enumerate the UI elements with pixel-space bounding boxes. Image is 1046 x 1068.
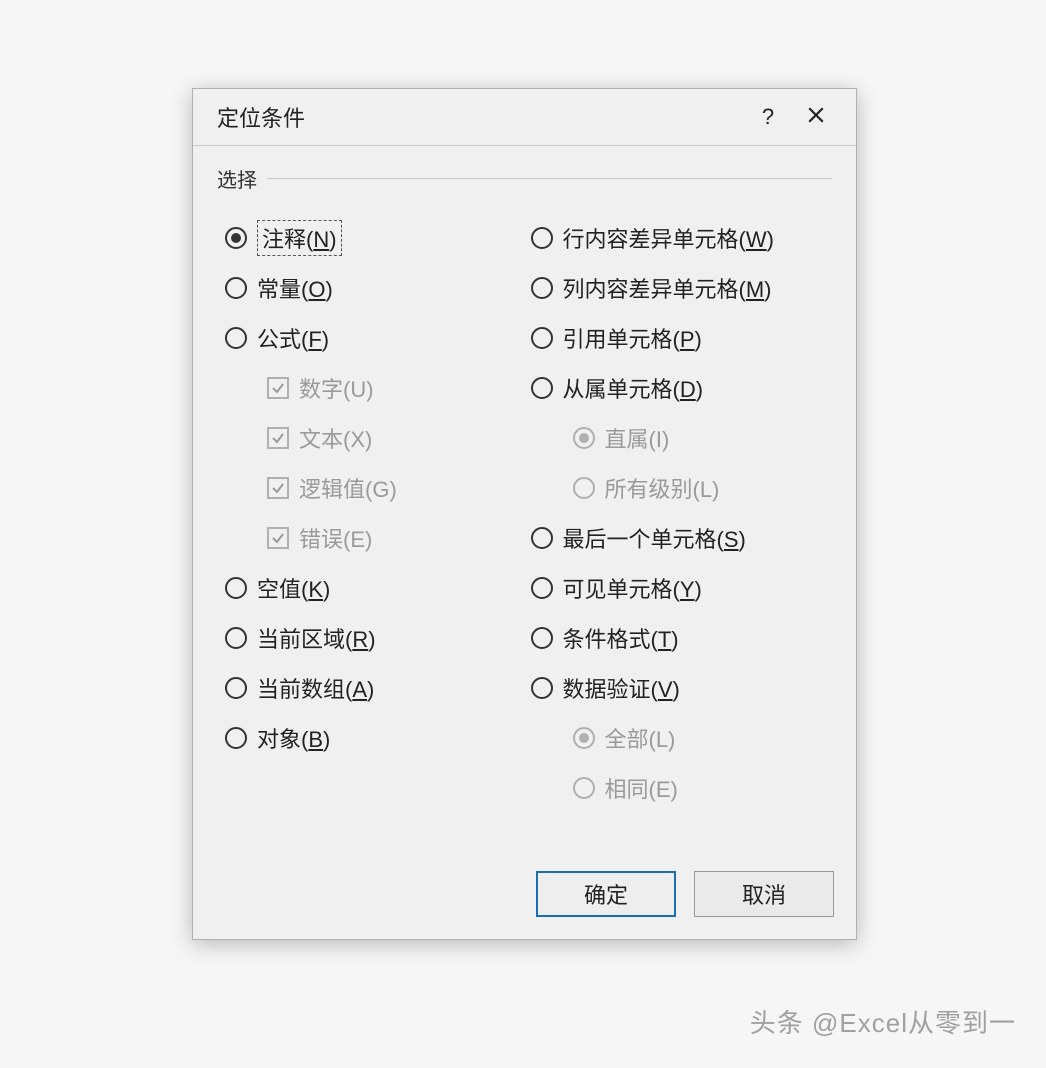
radio-label: 条件格式(T)	[563, 622, 679, 654]
radio-label: 直属(I)	[605, 422, 670, 454]
radio-icon	[531, 627, 553, 649]
checkbox-label: 数字(U)	[299, 372, 374, 404]
radio-formulas[interactable]: 公式(F)	[225, 313, 531, 363]
radio-label: 当前区域(R)	[257, 622, 376, 654]
radio-icon	[531, 577, 553, 599]
radio-icon	[225, 577, 247, 599]
radio-icon	[225, 677, 247, 699]
radio-precedents[interactable]: 引用单元格(P)	[531, 313, 837, 363]
radio-current-region[interactable]: 当前区域(R)	[225, 613, 531, 663]
radio-icon	[531, 377, 553, 399]
section-label-text: 选择	[217, 164, 257, 193]
goto-special-dialog: 定位条件 ? 选择 注释(N) 常量(O) 公式(F)	[192, 88, 857, 940]
ok-button[interactable]: 确定	[536, 871, 676, 917]
radio-icon	[573, 477, 595, 499]
radio-icon	[225, 727, 247, 749]
checkbox-numbers: 数字(U)	[225, 363, 531, 413]
radio-label: 列内容差异单元格(M)	[563, 272, 772, 304]
radio-icon	[531, 327, 553, 349]
radio-visible[interactable]: 可见单元格(Y)	[531, 563, 837, 613]
radio-data-validation[interactable]: 数据验证(V)	[531, 663, 837, 713]
radio-label: 所有级别(L)	[605, 472, 720, 504]
radio-label: 空值(K)	[257, 572, 330, 604]
radio-icon	[531, 527, 553, 549]
checkbox-label: 错误(E)	[299, 522, 372, 554]
checkbox-icon	[267, 377, 289, 399]
radio-icon	[225, 227, 247, 249]
watermark-text: 头条 @Excel从零到一	[750, 1003, 1016, 1040]
radio-current-array[interactable]: 当前数组(A)	[225, 663, 531, 713]
radio-icon	[573, 727, 595, 749]
dialog-footer: 确定 取消	[536, 871, 834, 917]
radio-label: 可见单元格(Y)	[563, 572, 702, 604]
radio-icon	[531, 227, 553, 249]
checkbox-icon	[267, 427, 289, 449]
checkbox-icon	[267, 527, 289, 549]
help-button[interactable]: ?	[744, 104, 792, 130]
radio-label: 数据验证(V)	[563, 672, 680, 704]
radio-icon	[573, 427, 595, 449]
radio-label: 常量(O)	[257, 272, 333, 304]
radio-label: 最后一个单元格(S)	[563, 522, 746, 554]
section-divider-line	[267, 178, 832, 179]
checkbox-logicals: 逻辑值(G)	[225, 463, 531, 513]
radio-icon	[225, 327, 247, 349]
radio-comments[interactable]: 注释(N)	[225, 213, 531, 263]
title-bar: 定位条件 ?	[193, 89, 856, 145]
left-column: 注释(N) 常量(O) 公式(F) 数字(U) 文本(X) 逻辑值(G)	[225, 213, 531, 813]
checkbox-text: 文本(X)	[225, 413, 531, 463]
radio-col-diff[interactable]: 列内容差异单元格(M)	[531, 263, 837, 313]
radio-label: 相同(E)	[605, 772, 678, 804]
radio-icon	[531, 677, 553, 699]
radio-label: 从属单元格(D)	[563, 372, 704, 404]
right-column: 行内容差异单元格(W) 列内容差异单元格(M) 引用单元格(P) 从属单元格(D…	[531, 213, 837, 813]
radio-row-diff[interactable]: 行内容差异单元格(W)	[531, 213, 837, 263]
radio-dep-all: 所有级别(L)	[531, 463, 837, 513]
radio-label: 当前数组(A)	[257, 672, 374, 704]
radio-dep-direct: 直属(I)	[531, 413, 837, 463]
radio-label: 全部(L)	[605, 722, 676, 754]
radio-icon	[225, 627, 247, 649]
close-button[interactable]	[792, 104, 840, 130]
radio-label: 公式(F)	[257, 322, 329, 354]
radio-cond-format[interactable]: 条件格式(T)	[531, 613, 837, 663]
radio-icon	[225, 277, 247, 299]
radio-blanks[interactable]: 空值(K)	[225, 563, 531, 613]
radio-last-cell[interactable]: 最后一个单元格(S)	[531, 513, 837, 563]
checkbox-errors: 错误(E)	[225, 513, 531, 563]
radio-dependents[interactable]: 从属单元格(D)	[531, 363, 837, 413]
dialog-title: 定位条件	[217, 101, 744, 133]
radio-dv-same: 相同(E)	[531, 763, 837, 813]
radio-objects[interactable]: 对象(B)	[225, 713, 531, 763]
checkbox-label: 逻辑值(G)	[299, 472, 397, 504]
checkbox-label: 文本(X)	[299, 422, 372, 454]
close-icon	[807, 106, 825, 124]
radio-dv-all: 全部(L)	[531, 713, 837, 763]
radio-label: 行内容差异单元格(W)	[563, 222, 774, 254]
radio-icon	[573, 777, 595, 799]
cancel-button[interactable]: 取消	[694, 871, 834, 917]
checkbox-icon	[267, 477, 289, 499]
radio-icon	[531, 277, 553, 299]
radio-label: 引用单元格(P)	[563, 322, 702, 354]
section-header: 选择	[193, 146, 856, 193]
radio-label: 对象(B)	[257, 722, 330, 754]
radio-constants[interactable]: 常量(O)	[225, 263, 531, 313]
options-body: 注释(N) 常量(O) 公式(F) 数字(U) 文本(X) 逻辑值(G)	[193, 193, 856, 813]
radio-label: 注释(N)	[257, 220, 342, 256]
